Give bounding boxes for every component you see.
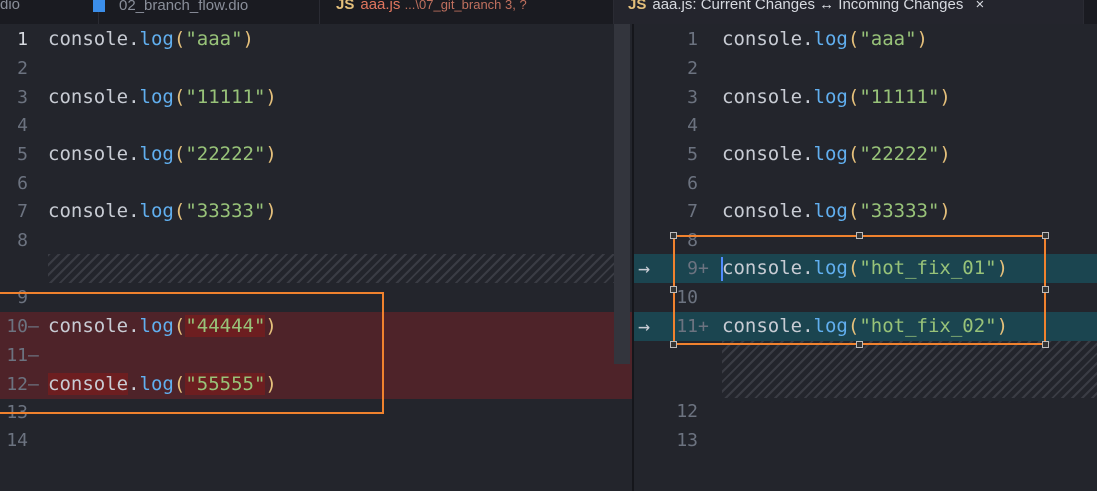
annotation-box <box>673 235 1046 345</box>
code-string: "33333" <box>185 200 266 222</box>
accept-change-arrow-icon[interactable]: → <box>638 254 650 283</box>
line-number: 2 <box>17 58 28 79</box>
code-paren: ( <box>847 28 860 50</box>
code-string: "22222" <box>185 143 266 165</box>
line-number: 8 <box>17 230 28 251</box>
code-line[interactable]: console.log("aaa") <box>48 25 254 54</box>
js-icon: JS <box>628 0 647 13</box>
line-number: 1 <box>687 29 698 50</box>
line-number: 13 <box>676 430 698 451</box>
code-paren: ) <box>939 200 951 222</box>
code-string: "22222" <box>859 143 940 165</box>
js-icon: JS <box>336 0 355 13</box>
code-dot: . <box>128 143 140 165</box>
code-object: console <box>48 143 129 165</box>
code-paren: ) <box>916 28 928 50</box>
line-number: 5 <box>17 144 28 165</box>
line-number: 6 <box>17 173 28 194</box>
code-object: console <box>722 200 803 222</box>
code-paren: ) <box>265 143 277 165</box>
code-function: log <box>813 28 848 50</box>
code-function: log <box>139 200 174 222</box>
code-paren: ) <box>265 200 277 222</box>
code-dot: . <box>128 28 140 50</box>
tab-merge-compare[interactable]: JS aaa.js: Current Changes ↔ Incoming Cha… <box>614 0 1084 24</box>
scrollbar[interactable] <box>614 24 630 364</box>
code-paren: ) <box>242 28 254 50</box>
code-object: console <box>722 86 803 108</box>
code-line[interactable]: console.log("33333") <box>48 197 277 226</box>
code-string: "11111" <box>859 86 940 108</box>
code-dot: . <box>802 143 814 165</box>
code-string: "aaa" <box>859 28 917 50</box>
line-number: 14 <box>6 430 28 451</box>
code-paren: ( <box>173 143 186 165</box>
code-paren: ( <box>847 143 860 165</box>
code-function: log <box>139 143 174 165</box>
code-line[interactable]: console.log("11111") <box>48 83 277 112</box>
code-object: console <box>48 28 129 50</box>
code-object: console <box>48 200 129 222</box>
code-object: console <box>722 143 803 165</box>
line-number: 3 <box>17 87 28 108</box>
tab-label: aaa.js: Current Changes ↔ Incoming Chang… <box>652 0 964 13</box>
code-line[interactable]: console.log("22222") <box>722 140 951 169</box>
code-paren: ( <box>173 86 186 108</box>
code-dot: . <box>802 86 814 108</box>
line-number: 4 <box>17 115 28 136</box>
tab-label: 02_branch_flow.dio <box>119 0 249 14</box>
code-paren: ( <box>173 200 186 222</box>
tab-detail: ...\07_git_branch 3, ? <box>404 0 527 12</box>
code-object: console <box>48 86 129 108</box>
text-cursor <box>721 257 723 281</box>
diff-filler <box>48 254 614 283</box>
line-number: 6 <box>687 173 698 194</box>
line-number: 3 <box>687 87 698 108</box>
code-string: "11111" <box>185 86 266 108</box>
code-line[interactable]: console.log("11111") <box>722 83 951 112</box>
line-number: 4 <box>687 115 698 136</box>
code-paren: ) <box>265 86 277 108</box>
code-line[interactable]: console.log("aaa") <box>722 25 928 54</box>
code-dot: . <box>128 200 140 222</box>
code-string: "aaa" <box>185 28 243 50</box>
code-paren: ( <box>847 86 860 108</box>
line-number: 1 <box>17 29 28 50</box>
code-function: log <box>813 86 848 108</box>
tab-branch-flow[interactable]: 02_branch_flow.dio <box>75 0 320 24</box>
line-number: 7 <box>17 201 28 222</box>
line-number: 2 <box>687 58 698 79</box>
code-function: log <box>139 28 174 50</box>
code-line[interactable]: console.log("33333") <box>722 197 951 226</box>
tab-bar: dio 02_branch_flow.dio JS aaa.js ...\07_g… <box>0 0 1097 24</box>
code-object: console <box>722 28 803 50</box>
tab-label: aaa.js <box>360 0 401 13</box>
annotation-box <box>0 292 384 414</box>
code-dot: . <box>802 28 814 50</box>
code-function: log <box>813 143 848 165</box>
line-number: 7 <box>687 201 698 222</box>
line-number: 5 <box>687 144 698 165</box>
diff-filler <box>722 341 1097 398</box>
code-function: log <box>813 200 848 222</box>
code-paren: ( <box>847 200 860 222</box>
code-string: "33333" <box>859 200 940 222</box>
code-function: log <box>139 86 174 108</box>
line-number: 12 <box>676 401 698 422</box>
code-dot: . <box>128 86 140 108</box>
code-paren: ) <box>939 143 951 165</box>
accept-change-arrow-icon[interactable]: → <box>638 312 650 341</box>
tab-aaa-js[interactable]: JS aaa.js ...\07_git_branch 3, ? <box>320 0 614 24</box>
drawio-icon <box>93 0 105 12</box>
code-paren: ( <box>173 28 186 50</box>
close-icon[interactable]: × <box>976 0 985 13</box>
tab-label: dio <box>0 0 21 13</box>
code-line[interactable]: console.log("22222") <box>48 140 277 169</box>
code-dot: . <box>802 200 814 222</box>
code-paren: ) <box>939 86 951 108</box>
